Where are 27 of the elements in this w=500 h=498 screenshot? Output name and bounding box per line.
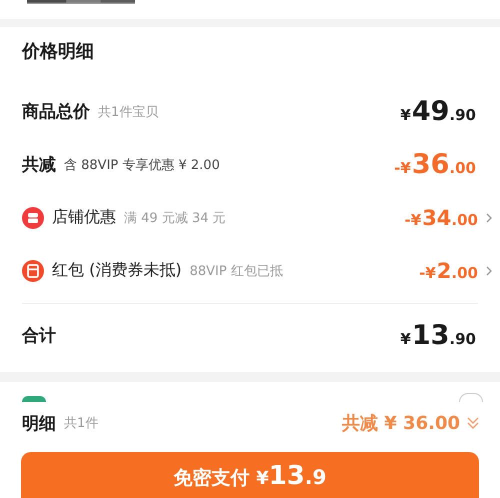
- row-label: 合计: [22, 324, 56, 346]
- price-text: -¥34.00: [404, 206, 478, 230]
- row-note: 含 88VIP 专享优惠 ¥ 2.00: [64, 156, 220, 174]
- footer-label: 明细: [22, 412, 56, 434]
- section-title: 价格明细: [22, 40, 95, 64]
- double-chevron-icon[interactable]: [466, 416, 480, 430]
- price-text: -¥2.00: [419, 258, 478, 282]
- price-text: ¥13.90: [400, 320, 476, 350]
- app-icon: [22, 396, 46, 402]
- discount-row[interactable]: 红包 (消费券未抵) 88VIP 红包已抵 -¥2.00: [22, 244, 478, 297]
- shop-icon: [22, 206, 44, 228]
- row-note: 满 49 元减 34 元: [124, 210, 226, 226]
- row-label: 店铺优惠: [52, 207, 116, 228]
- row-note: 88VIP 红包已抵: [190, 262, 283, 280]
- chevron-right-icon: [486, 212, 492, 222]
- row-label: 共减: [22, 154, 56, 176]
- saving-text: 共减 ¥ 36.00: [342, 412, 460, 435]
- row-label: 红包 (消费券未抵): [52, 260, 182, 281]
- row-label: 商品总价: [22, 101, 90, 123]
- chevron-right-icon: [486, 266, 492, 276]
- price-text: -¥36.00: [394, 149, 476, 180]
- discount-row[interactable]: 店铺优惠 满 49 元减 34 元 -¥34.00: [22, 191, 478, 244]
- envelope-icon: [22, 260, 44, 282]
- radio-button[interactable]: [459, 393, 483, 402]
- row-note: 共1件宝贝: [98, 104, 158, 120]
- footer-note: 共1件: [64, 415, 98, 432]
- price-text: ¥49.90: [400, 96, 476, 127]
